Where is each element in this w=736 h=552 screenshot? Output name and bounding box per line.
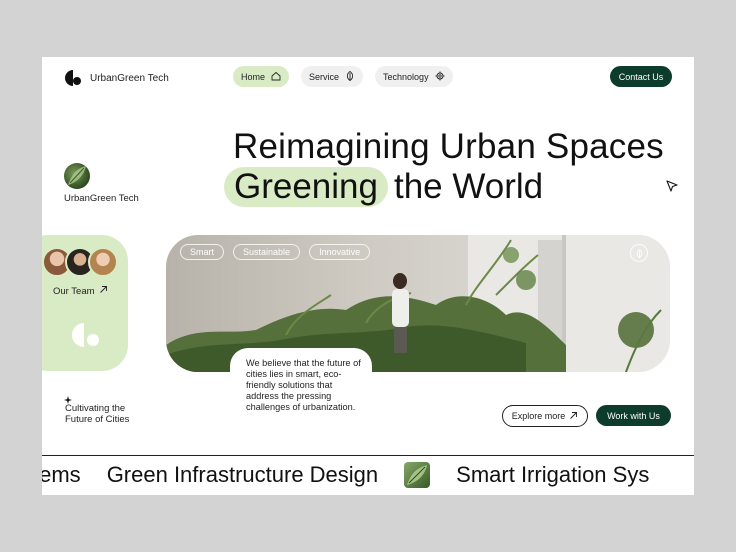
leaf-icon <box>345 70 355 83</box>
leaf-thumbnail <box>64 163 90 189</box>
marquee-item: Green Infrastructure Design <box>106 462 379 487</box>
nav-technology-label: Technology <box>383 71 429 82</box>
tag-innovative[interactable]: Innovative <box>309 244 371 260</box>
tagline: Cultivating the Future of Cities <box>65 403 130 425</box>
nav-service[interactable]: Service <box>301 66 364 87</box>
nav-service-label: Service <box>309 71 340 82</box>
nav-home-label: Home <box>241 71 266 82</box>
tag-smart[interactable]: Smart <box>180 244 225 260</box>
cursor-icon <box>666 179 678 197</box>
logo[interactable]: UrbanGreen Tech <box>64 69 169 87</box>
nav-technology[interactable]: Technology <box>375 66 453 87</box>
divider <box>42 455 694 456</box>
hero-title-rest: the World <box>393 167 544 206</box>
brand-block: UrbanGreen Tech <box>64 163 139 204</box>
gear-icon <box>435 71 445 83</box>
brand-label: UrbanGreen Tech <box>64 193 139 204</box>
hero-title-line-1: Reimagining Urban Spaces <box>233 127 664 166</box>
our-team-link[interactable]: Our Team <box>53 285 108 297</box>
logo-mark-icon <box>64 69 82 87</box>
leaf-icon[interactable] <box>630 244 648 262</box>
explore-more-button[interactable]: Explore more <box>502 405 588 427</box>
logo-text: UrbanGreen Tech <box>90 72 169 84</box>
leaf-thumbnail <box>404 462 431 488</box>
quote-text: We believe that the future of cities lie… <box>246 358 361 412</box>
hero-title-line-2: Greening the World <box>224 167 543 207</box>
arrow-up-right-icon <box>569 411 578 422</box>
marquee-item: Smart Irrigation Sys <box>456 462 650 487</box>
main-nav: Home Service Technology <box>233 66 453 87</box>
contact-us-button[interactable]: Contact Us <box>610 66 672 87</box>
nav-home[interactable]: Home <box>233 66 290 87</box>
team-avatars <box>42 247 118 277</box>
our-team-label: Our Team <box>53 285 95 297</box>
tag-sustainable[interactable]: Sustainable <box>233 244 301 260</box>
panel-tags: Smart Sustainable Innovative <box>180 244 371 260</box>
avatar <box>88 247 118 277</box>
page: UrbanGreen Tech Home Service Technology … <box>42 57 694 495</box>
marquee-item: stems <box>42 462 81 487</box>
arrow-up-right-icon <box>99 285 108 297</box>
logo-mark-icon <box>70 321 104 356</box>
marquee: stems Green Infrastructure Design Smart … <box>42 462 649 488</box>
explore-more-label: Explore more <box>511 411 566 421</box>
home-icon <box>271 71 281 83</box>
hero-highlight: Greening <box>224 167 388 207</box>
team-card[interactable]: Our Team <box>42 235 128 371</box>
work-with-us-button[interactable]: Work with Us <box>596 405 671 426</box>
